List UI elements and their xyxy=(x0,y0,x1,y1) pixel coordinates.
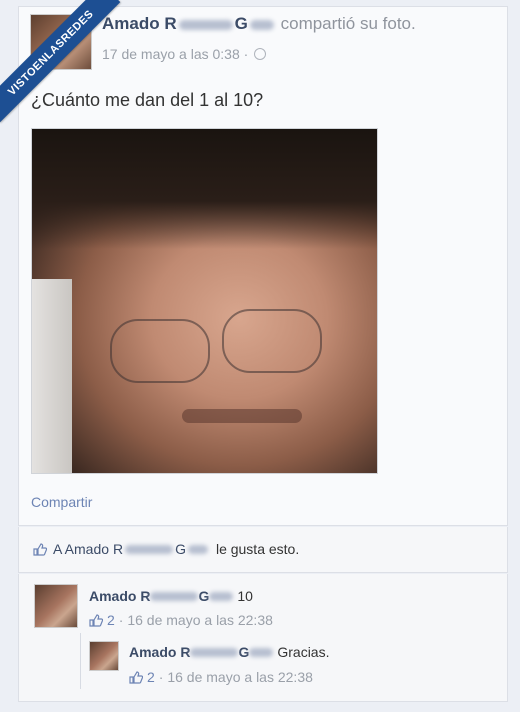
reply-avatar[interactable] xyxy=(89,641,119,671)
likes-name[interactable]: A Amado RG xyxy=(53,541,210,557)
reply-meta: 2 · 16 de mayo a las 22:38 xyxy=(129,669,313,685)
post-action: compartió su foto. xyxy=(280,14,416,33)
post-text: ¿Cuánto me dan del 1 al 10? xyxy=(31,90,264,110)
reply-text: Gracias. xyxy=(277,644,330,660)
comment-author[interactable]: Amado RG xyxy=(89,588,234,604)
share-link[interactable]: Compartir xyxy=(31,494,92,510)
likes-summary: A Amado RG le gusta esto. xyxy=(33,541,299,557)
comment-meta: 2 · 16 de mayo a las 22:38 xyxy=(89,612,273,628)
reply-author[interactable]: Amado RG xyxy=(129,644,274,660)
author-name[interactable]: Amado RG xyxy=(102,14,276,33)
reply-date[interactable]: · 16 de mayo a las 22:38 xyxy=(159,669,313,685)
post-photo[interactable] xyxy=(31,128,378,474)
thumbs-up-icon[interactable] xyxy=(89,613,103,627)
reply-divider xyxy=(80,633,81,689)
comment-like-count[interactable]: 2 xyxy=(107,612,115,628)
comment-text: 10 xyxy=(237,588,253,604)
reply-like-count[interactable]: 2 xyxy=(147,669,155,685)
thumbs-up-icon[interactable] xyxy=(33,542,47,556)
thumbs-up-icon[interactable] xyxy=(129,670,143,684)
comment-line: Amado RG 10 xyxy=(89,588,253,604)
likes-suffix: le gusta esto. xyxy=(215,541,300,557)
comment-date[interactable]: · 16 de mayo a las 22:38 xyxy=(119,612,273,628)
post-date[interactable]: 17 de mayo a las 0:38 · xyxy=(102,46,267,62)
globe-icon xyxy=(254,48,267,60)
comment-avatar[interactable] xyxy=(34,584,78,628)
reply-line: Amado RG Gracias. xyxy=(129,644,329,660)
post-header: Amado RG compartió su foto. xyxy=(102,14,416,34)
